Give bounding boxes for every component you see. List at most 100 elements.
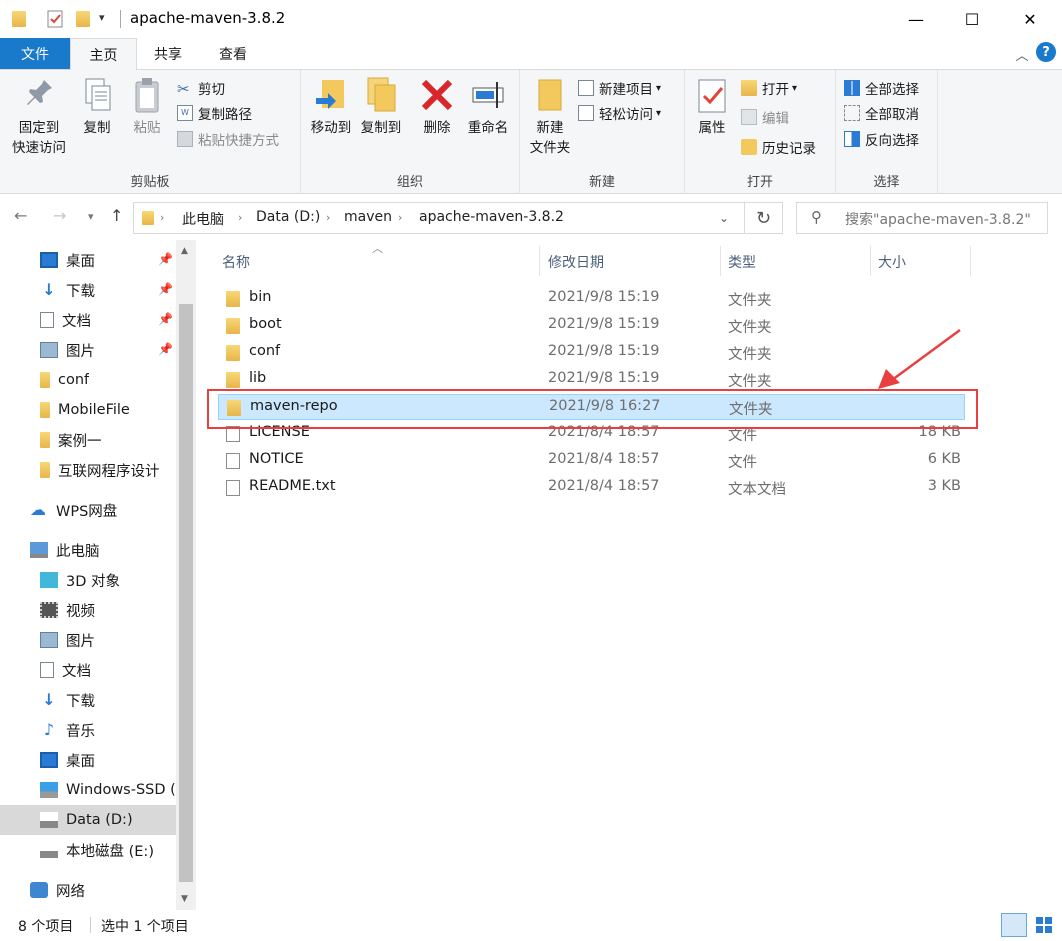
tab-view[interactable]: 查看 <box>205 38 261 70</box>
nav-item-this-pc[interactable]: 此电脑 <box>30 535 100 565</box>
copy-button[interactable]: 复制 <box>74 76 120 138</box>
nav-item-desktop-quick[interactable]: 桌面 <box>40 245 95 275</box>
large-icons-view-icon[interactable] <box>1031 913 1057 937</box>
edit-icon <box>741 109 757 125</box>
nav-label: 文档 <box>62 663 91 680</box>
rename-button[interactable]: 重命名 <box>461 76 515 138</box>
back-arrow-icon[interactable]: ← <box>14 206 27 225</box>
tab-share[interactable]: 共享 <box>140 38 196 70</box>
column-size[interactable]: 大小 <box>878 252 906 272</box>
collapse-ribbon-icon[interactable]: ︿ <box>1010 38 1034 70</box>
nav-item-internet-design[interactable]: 互联网程序设计 <box>40 455 176 485</box>
cut-button[interactable]: ✂ 剪切 <box>177 77 225 99</box>
column-divider[interactable] <box>870 246 871 276</box>
nav-item-conf[interactable]: conf <box>40 365 89 395</box>
file-row[interactable]: README.txt 2021/8/4 18:57 文本文档 3 KB <box>218 475 965 501</box>
nav-item-desktop[interactable]: 桌面 <box>40 745 95 775</box>
delete-button[interactable]: 删除 <box>413 76 461 138</box>
scroll-down-icon[interactable]: ▼ <box>181 894 188 904</box>
move-to-button[interactable]: 移动到 <box>305 76 357 138</box>
select-none-button[interactable]: 全部取消 <box>844 102 919 124</box>
new-item-button[interactable]: 新建项目 ▾ <box>578 77 661 99</box>
nav-item-downloads-quick[interactable]: ↓ 下载 <box>40 275 95 305</box>
chevron-right-icon[interactable]: › <box>326 211 330 224</box>
details-view-icon[interactable] <box>1001 913 1027 937</box>
pin-quick-access-button[interactable]: 固定到 快速访问 <box>8 76 70 158</box>
recent-locations-icon[interactable]: ▾ <box>88 210 94 223</box>
edit-button[interactable]: 编辑 <box>741 106 789 128</box>
new-folder-button[interactable]: 新建 文件夹 <box>524 76 576 158</box>
nav-item-local-e[interactable]: 本地磁盘 (E:) <box>40 835 154 865</box>
copy-to-button[interactable]: 复制到 <box>355 76 407 138</box>
dropdown-arrow-icon: ▾ <box>656 107 662 119</box>
properties-icon[interactable] <box>47 9 67 29</box>
nav-label: 本地磁盘 (E:) <box>66 843 154 860</box>
maximize-button[interactable]: ☐ <box>949 0 995 38</box>
column-type[interactable]: 类型 <box>728 252 756 272</box>
up-arrow-icon[interactable]: ↑ <box>110 206 123 225</box>
nav-item-mobilefile[interactable]: MobileFile <box>40 395 130 425</box>
chevron-right-icon[interactable]: › <box>160 211 164 224</box>
paste-button[interactable]: 粘贴 <box>124 76 170 138</box>
search-box[interactable]: ⚲ 搜索"apache-maven-3.8.2" <box>796 202 1048 234</box>
refresh-icon[interactable]: ↻ <box>745 202 783 234</box>
column-divider[interactable] <box>720 246 721 276</box>
nav-item-network[interactable]: 网络 <box>30 875 85 905</box>
nav-item-case-one[interactable]: 案例一 <box>40 425 102 455</box>
open-button[interactable]: 打开 ▾ <box>741 77 797 99</box>
tab-file[interactable]: 文件 <box>0 38 70 69</box>
nav-label: Windows-SSD ( <box>66 782 176 798</box>
history-button[interactable]: 历史记录 <box>741 136 816 158</box>
nav-item-downloads[interactable]: ↓ 下载 <box>40 685 95 715</box>
easy-access-button[interactable]: 轻松访问 ▾ <box>578 102 661 124</box>
new-item-icon <box>578 80 594 96</box>
tab-home[interactable]: 主页 <box>70 38 137 71</box>
column-divider[interactable] <box>539 246 540 276</box>
minimize-button[interactable]: — <box>893 0 939 38</box>
scroll-up-icon[interactable]: ▲ <box>181 246 188 256</box>
column-date[interactable]: 修改日期 <box>548 252 604 272</box>
computer-icon <box>30 542 48 558</box>
address-bar[interactable]: › 此电脑 › Data (D:) › maven › apache-maven… <box>133 202 745 234</box>
nav-item-documents-quick[interactable]: 文档 <box>40 305 91 335</box>
chevron-right-icon[interactable]: › <box>238 211 242 224</box>
document-icon <box>40 312 54 328</box>
breadcrumb-maven[interactable]: maven <box>344 209 392 225</box>
breadcrumb-this-pc[interactable]: 此电脑 <box>182 209 224 229</box>
customize-toolbar-icon[interactable]: ▾ <box>99 11 119 31</box>
select-all-button[interactable]: 全部选择 <box>844 77 919 99</box>
file-icon <box>226 453 240 469</box>
breadcrumb-current[interactable]: apache-maven-3.8.2 <box>419 209 564 225</box>
music-note-icon: ♪ <box>43 720 55 739</box>
invert-selection-button[interactable]: 反向选择 <box>844 128 919 150</box>
nav-item-pictures[interactable]: 图片 <box>40 625 95 655</box>
file-row[interactable]: NOTICE 2021/8/4 18:57 文件 6 KB <box>218 448 965 474</box>
file-row[interactable]: boot 2021/9/8 15:19 文件夹 <box>218 313 965 339</box>
file-row[interactable]: conf 2021/9/8 15:19 文件夹 <box>218 340 965 366</box>
chevron-right-icon[interactable]: › <box>398 211 402 224</box>
nav-item-wps[interactable]: ☁ WPS网盘 <box>30 495 117 525</box>
drive-icon <box>40 842 58 858</box>
nav-scroll-thumb[interactable] <box>179 304 193 882</box>
group-select: 全部选择 全部取消 反向选择 选择 <box>836 70 938 194</box>
close-button[interactable]: ✕ <box>1007 0 1053 38</box>
nav-item-music[interactable]: ♪ 音乐 <box>40 715 95 745</box>
new-folder-icon[interactable] <box>76 11 90 27</box>
copy-path-button[interactable]: W 复制路径 <box>177 102 252 124</box>
chevron-down-icon[interactable]: ⌄ <box>719 211 729 225</box>
help-icon[interactable]: ? <box>1036 42 1056 62</box>
forward-arrow-icon[interactable]: → <box>53 206 66 225</box>
breadcrumb-data-d[interactable]: Data (D:) <box>256 209 320 225</box>
group-label-select: 选择 <box>873 175 900 190</box>
nav-item-videos[interactable]: 视频 <box>40 595 95 625</box>
column-divider[interactable] <box>970 246 971 276</box>
nav-item-windows-ssd[interactable]: Windows-SSD ( <box>40 775 176 805</box>
paste-shortcut-button[interactable]: 粘贴快捷方式 <box>177 128 279 150</box>
nav-item-data-d[interactable]: Data (D:) <box>40 805 133 835</box>
column-name[interactable]: 名称 <box>222 252 250 272</box>
nav-item-pictures-quick[interactable]: 图片 <box>40 335 95 365</box>
nav-item-3d[interactable]: 3D 对象 <box>40 565 120 595</box>
nav-item-documents[interactable]: 文档 <box>40 655 91 685</box>
file-row[interactable]: bin 2021/9/8 15:19 文件夹 <box>218 286 965 312</box>
properties-button[interactable]: 属性 <box>691 76 733 138</box>
